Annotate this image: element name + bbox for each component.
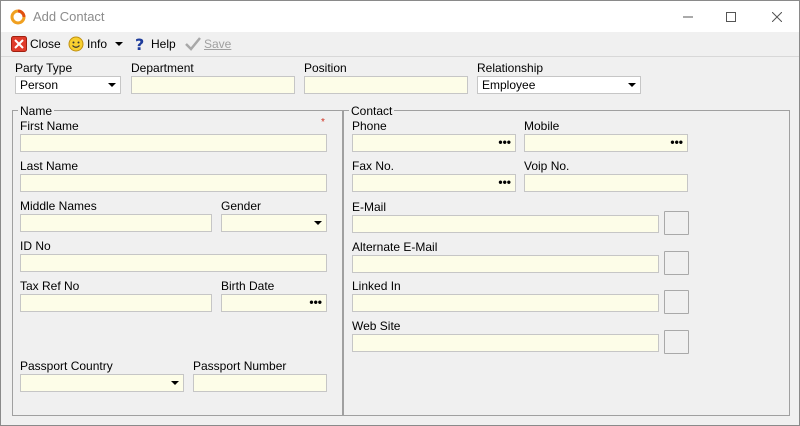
position-input[interactable] (304, 76, 468, 94)
close-red-x-icon (11, 36, 27, 52)
help-label: Help (151, 37, 176, 51)
passport-country-select[interactable] (20, 374, 184, 392)
alt-email-input[interactable] (352, 255, 659, 273)
minimize-icon (683, 16, 693, 17)
title-bar: Add Contact (1, 1, 799, 32)
party-type-label: Party Type (15, 61, 73, 75)
ellipsis-icon[interactable]: ••• (498, 135, 511, 149)
svg-text:?: ? (135, 36, 144, 52)
help-question-icon: ? (135, 36, 144, 52)
passport-number-label: Passport Number (193, 359, 287, 373)
app-logo-icon (10, 9, 26, 25)
info-button[interactable]: Info (68, 35, 107, 53)
website-action-button[interactable] (664, 330, 689, 354)
info-label: Info (87, 37, 108, 51)
help-button[interactable]: ? Help (134, 35, 176, 53)
dropdown-arrow-icon (108, 83, 116, 87)
dropdown-arrow-icon (314, 221, 322, 225)
save-button[interactable]: Save (185, 35, 231, 53)
dropdown-arrow-icon (171, 381, 179, 385)
id-no-input[interactable] (20, 254, 327, 272)
linkedin-input[interactable] (352, 294, 659, 312)
window-close-icon (772, 11, 782, 22)
position-label: Position (304, 61, 347, 75)
email-action-button[interactable] (664, 211, 689, 235)
fax-label: Fax No. (352, 159, 395, 173)
smiley-info-icon (68, 36, 84, 52)
website-input[interactable] (352, 334, 659, 352)
ellipsis-icon[interactable]: ••• (670, 135, 683, 149)
maximize-icon (726, 11, 736, 22)
ellipsis-icon[interactable]: ••• (309, 295, 322, 309)
alt-email-label: Alternate E-Mail (352, 240, 438, 254)
tax-ref-label: Tax Ref No (20, 279, 80, 293)
passport-number-input[interactable] (193, 374, 327, 392)
relationship-select[interactable]: Employee (477, 76, 641, 94)
last-name-input[interactable] (20, 174, 327, 192)
gender-select[interactable] (221, 214, 327, 232)
tax-ref-input[interactable] (20, 294, 212, 312)
save-label: Save (204, 37, 232, 51)
linkedin-label: Linked In (352, 279, 401, 293)
mobile-input[interactable]: ••• (524, 134, 688, 152)
dropdown-arrow-icon (628, 83, 636, 87)
party-type-select[interactable]: Person (15, 76, 121, 94)
first-name-label: First Name (20, 119, 79, 133)
last-name-label: Last Name (20, 159, 79, 173)
department-label: Department (131, 61, 194, 75)
close-label: Close (30, 37, 61, 51)
passport-country-label: Passport Country (20, 359, 113, 373)
contact-group-title: Contact (349, 104, 395, 118)
fax-input[interactable]: ••• (352, 174, 516, 192)
phone-label: Phone (352, 119, 387, 133)
birth-date-input[interactable]: ••• (221, 294, 327, 312)
voip-input[interactable] (524, 174, 688, 192)
maximize-button[interactable] (708, 1, 754, 32)
party-type-value: Person (20, 78, 59, 92)
id-no-label: ID No (20, 239, 51, 253)
first-name-input[interactable] (20, 134, 327, 152)
minimize-button[interactable] (665, 1, 711, 32)
info-dropdown-button[interactable] (115, 35, 123, 53)
website-label: Web Site (352, 319, 401, 333)
mobile-label: Mobile (524, 119, 560, 133)
email-label: E-Mail (352, 200, 387, 214)
window-title: Add Contact (33, 9, 105, 24)
gender-label: Gender (221, 199, 262, 213)
save-check-icon (185, 37, 201, 51)
relationship-value: Employee (482, 78, 536, 92)
middle-names-input[interactable] (20, 214, 212, 232)
ellipsis-icon[interactable]: ••• (498, 175, 511, 189)
dropdown-arrow-icon (115, 42, 123, 46)
window-close-button[interactable] (754, 1, 800, 32)
voip-label: Voip No. (524, 159, 570, 173)
add-contact-window: Add Contact Close Info ? Help Save Party… (0, 0, 800, 426)
email-input[interactable] (352, 215, 659, 233)
relationship-label: Relationship (477, 61, 544, 75)
name-group-title: Name (18, 104, 55, 118)
birth-date-label: Birth Date (221, 279, 275, 293)
close-button[interactable]: Close (11, 35, 61, 53)
alt-email-action-button[interactable] (664, 251, 689, 275)
linkedin-action-button[interactable] (664, 290, 689, 314)
department-input[interactable] (131, 76, 295, 94)
phone-input[interactable]: ••• (352, 134, 516, 152)
middle-names-label: Middle Names (20, 199, 97, 213)
required-marker: * (321, 117, 325, 128)
toolbar: Close Info ? Help Save (1, 32, 799, 57)
